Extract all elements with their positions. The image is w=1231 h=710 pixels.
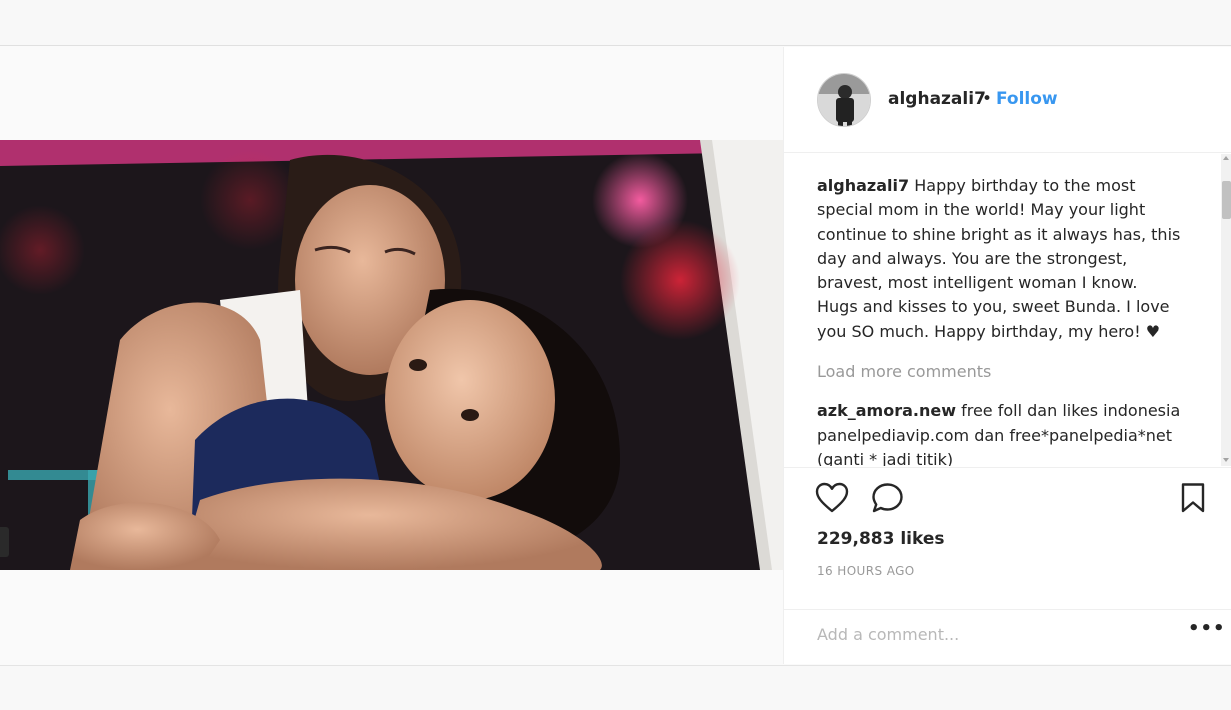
comments-list[interactable]: alghazali7 Happy birthday to the most sp…: [784, 154, 1231, 466]
comments-scrollbar[interactable]: [1221, 154, 1231, 466]
caption-username[interactable]: alghazali7: [817, 176, 909, 195]
bookmark-icon[interactable]: [1180, 482, 1206, 518]
load-more-comments-button[interactable]: Load more comments: [817, 362, 991, 381]
separator-dot: •: [982, 89, 993, 109]
list-item: azk_amora.new free foll dan likes indone…: [817, 399, 1187, 466]
post-photo-image: [0, 140, 783, 570]
post-photo[interactable]: [0, 140, 783, 570]
comment-icon[interactable]: [871, 482, 905, 518]
top-bar: [0, 0, 1231, 46]
likes-count[interactable]: 229,883 likes: [817, 529, 945, 549]
post-actions: 229,883 likes 16 HOURS AGO: [784, 467, 1231, 617]
scroll-down-arrow-icon[interactable]: [1223, 458, 1229, 462]
avatar-image: [818, 74, 870, 126]
scroll-up-arrow-icon[interactable]: [1223, 156, 1229, 160]
add-comment-bar: •••: [784, 609, 1231, 664]
follow-button[interactable]: Follow: [996, 89, 1058, 109]
post-timestamp[interactable]: 16 HOURS AGO: [817, 564, 915, 578]
username[interactable]: alghazali7: [888, 89, 986, 109]
more-options-icon[interactable]: •••: [1188, 618, 1226, 639]
post-caption: alghazali7 Happy birthday to the most sp…: [817, 174, 1182, 344]
post-header: alghazali7 • Follow: [784, 47, 1231, 153]
scrollbar-thumb[interactable]: [1222, 181, 1231, 219]
photo-scroll-handle[interactable]: [0, 527, 9, 557]
bottom-bar: [0, 665, 1231, 710]
caption-text: Happy birthday to the most special mom i…: [817, 176, 1181, 341]
avatar[interactable]: [817, 73, 871, 127]
post-sidebar: alghazali7 • Follow alghazali7 Happy bir…: [783, 47, 1231, 664]
heart-icon[interactable]: [815, 482, 849, 518]
comment-username[interactable]: azk_amora.new: [817, 401, 956, 420]
comment-input[interactable]: [817, 620, 1147, 648]
